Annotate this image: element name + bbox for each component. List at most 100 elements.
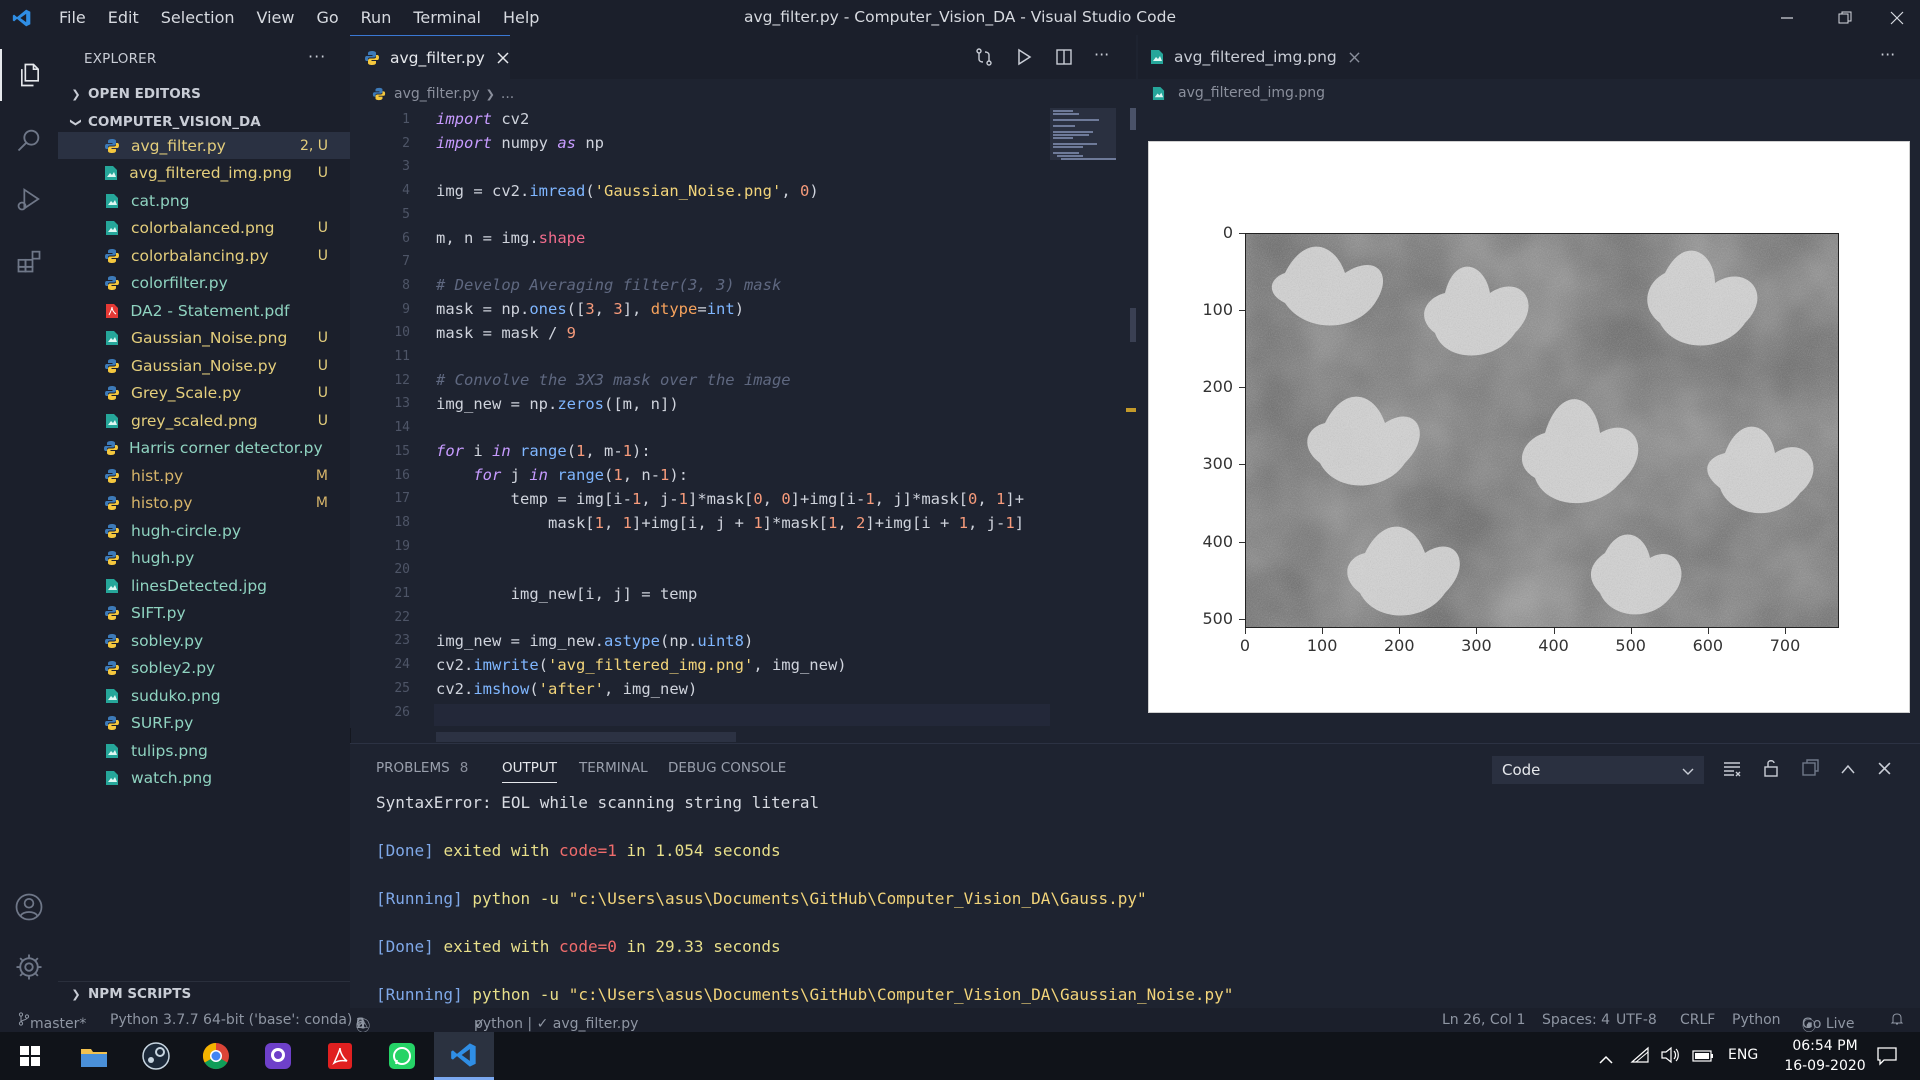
close-tab-icon[interactable] xyxy=(1349,51,1360,63)
file-item[interactable]: Harris corner detector.py xyxy=(58,435,350,462)
acrobat-icon[interactable] xyxy=(310,1032,370,1080)
image-preview[interactable]: 0 100 200 300 400 500 0 100 200 300 400 500 600 700 xyxy=(1148,141,1910,713)
file-item[interactable]: SURF.py xyxy=(58,710,350,737)
code-line-13: img_new = np.zeros([m, n]) xyxy=(436,395,679,413)
file-item[interactable]: avg_filter.py 2, U xyxy=(58,132,350,159)
tab-output[interactable]: OUTPUT xyxy=(502,760,558,783)
git-branch[interactable]: master* xyxy=(18,1012,86,1032)
close-window-button[interactable] xyxy=(1874,0,1920,35)
menu-help[interactable]: Help xyxy=(492,0,550,35)
file-item[interactable]: sobley.py xyxy=(58,627,350,654)
menu-edit[interactable]: Edit xyxy=(97,0,150,35)
file-explorer-icon[interactable] xyxy=(64,1032,124,1080)
battery-icon[interactable] xyxy=(1692,1048,1714,1067)
file-item[interactable]: suduko.png xyxy=(58,682,350,709)
file-item[interactable]: sobley2.py xyxy=(58,655,350,682)
open-editors-label: OPEN EDITORS xyxy=(88,86,201,102)
search-icon[interactable] xyxy=(0,114,58,166)
minimap[interactable] xyxy=(1050,108,1136,728)
file-item[interactable]: colorbalancing.py U xyxy=(58,242,350,269)
file-item[interactable]: watch.png xyxy=(58,765,350,792)
show-hidden-icons-icon[interactable] xyxy=(1598,1050,1614,1069)
file-item[interactable]: Gaussian_Noise.png U xyxy=(58,325,350,352)
open-editors-section[interactable]: ❯ OPEN EDITORS xyxy=(58,82,350,106)
run-debug-icon[interactable] xyxy=(0,173,58,225)
editor-more-icon[interactable]: ··· xyxy=(1094,45,1109,64)
close-tab-icon[interactable] xyxy=(497,52,509,64)
run-file-icon[interactable] xyxy=(1014,47,1034,71)
python-interpreter[interactable]: Python 3.7.7 64-bit ('base': conda) xyxy=(110,1012,352,1028)
file-item[interactable]: hist.py M xyxy=(58,462,350,489)
tab-terminal[interactable]: TERMINAL xyxy=(579,760,648,776)
chrome-icon[interactable] xyxy=(186,1032,246,1080)
pdf-file-icon xyxy=(103,302,120,320)
file-item[interactable]: SIFT.py xyxy=(58,600,350,627)
file-item[interactable]: Grey_Scale.py U xyxy=(58,380,350,407)
menu-selection[interactable]: Selection xyxy=(150,0,246,35)
project-folder-section[interactable]: ❯ COMPUTER_VISION_DA xyxy=(58,110,350,134)
compare-changes-icon[interactable] xyxy=(974,47,994,71)
github-desktop-icon[interactable] xyxy=(248,1032,308,1080)
code-editor[interactable]: 1 2 3 4 5 6 7 8 9 10 11 12 13 14 15 16 17 18 19 20 21 22 23 24 2… xyxy=(350,108,1050,742)
y-tick-mark xyxy=(1239,464,1245,466)
file-item[interactable]: avg_filtered_img.png U xyxy=(58,160,350,187)
encoding[interactable]: UTF-8 xyxy=(1616,1012,1657,1028)
file-item[interactable]: colorfilter.py xyxy=(58,270,350,297)
npm-scripts-section[interactable]: ❯ NPM SCRIPTS xyxy=(58,981,350,1006)
notifications-bell-icon[interactable] xyxy=(1890,1012,1904,1030)
breadcrumb-file[interactable]: avg_filter.py xyxy=(394,86,480,102)
output-line: [Running] python -u "c:\Users\asus\Docum… xyxy=(376,889,1147,908)
file-item[interactable]: linesDetected.jpg xyxy=(58,572,350,599)
close-panel-icon[interactable] xyxy=(1878,760,1891,779)
menu-go[interactable]: Go xyxy=(305,0,349,35)
cursor-position[interactable]: Ln 26, Col 1 xyxy=(1442,1012,1525,1028)
menu-terminal[interactable]: Terminal xyxy=(402,0,492,35)
whatsapp-icon[interactable] xyxy=(372,1032,432,1080)
file-item[interactable]: hugh-circle.py xyxy=(58,517,350,544)
menu-file[interactable]: File xyxy=(48,0,97,35)
output-channel-select[interactable]: Code xyxy=(1492,756,1704,784)
extensions-icon[interactable] xyxy=(0,235,58,287)
wifi-icon[interactable] xyxy=(1630,1046,1650,1068)
file-item[interactable]: tulips.png xyxy=(58,737,350,764)
tab-problems[interactable]: PROBLEMS 8 xyxy=(376,760,468,776)
breadcrumb-symbols[interactable]: ... xyxy=(501,86,514,102)
steam-icon[interactable] xyxy=(126,1032,186,1080)
preview-more-icon[interactable]: ··· xyxy=(1880,45,1895,64)
file-item[interactable]: grey_scaled.png U xyxy=(58,407,350,434)
clock[interactable]: 06:54 PM 16-09-2020 xyxy=(1770,1036,1880,1076)
minimize-button[interactable] xyxy=(1758,0,1816,35)
file-item[interactable]: histo.py M xyxy=(58,490,350,517)
language-mode[interactable]: Python xyxy=(1732,1012,1781,1028)
preview-breadcrumb-file[interactable]: avg_filtered_img.png xyxy=(1178,85,1325,101)
menu-view[interactable]: View xyxy=(246,0,306,35)
line-ending[interactable]: CRLF xyxy=(1680,1012,1715,1028)
file-item[interactable]: hugh.py xyxy=(58,545,350,572)
file-item[interactable]: cat.png xyxy=(58,187,350,214)
explorer-icon[interactable] xyxy=(0,49,58,101)
menu-run[interactable]: Run xyxy=(350,0,403,35)
open-log-icon[interactable] xyxy=(1800,758,1820,782)
lock-scroll-icon[interactable] xyxy=(1762,758,1780,782)
windows-start-icon[interactable] xyxy=(0,1032,60,1080)
vscode-taskbar-icon[interactable] xyxy=(434,1032,494,1080)
horizontal-scrollbar[interactable] xyxy=(436,732,736,742)
notifications-icon[interactable] xyxy=(1876,1046,1898,1070)
split-editor-icon[interactable] xyxy=(1054,47,1074,71)
indentation[interactable]: Spaces: 4 xyxy=(1542,1012,1610,1028)
settings-gear-icon[interactable] xyxy=(0,941,58,993)
file-item[interactable]: DA2 - Statement.pdf xyxy=(58,297,350,324)
tab-avg-filtered-img[interactable]: avg_filtered_img.png xyxy=(1138,35,1360,79)
more-actions-icon[interactable]: ··· xyxy=(308,47,326,66)
input-language[interactable]: ENG xyxy=(1728,1047,1758,1063)
volume-icon[interactable] xyxy=(1660,1046,1680,1068)
account-icon[interactable] xyxy=(0,881,58,933)
file-item[interactable]: colorbalanced.png U xyxy=(58,215,350,242)
preview-tab-bar: avg_filtered_img.png ··· xyxy=(1138,35,1920,79)
tab-debug-console[interactable]: DEBUG CONSOLE xyxy=(668,760,786,776)
clear-output-icon[interactable] xyxy=(1722,760,1742,782)
restore-button[interactable] xyxy=(1816,0,1874,35)
file-item[interactable]: Gaussian_Noise.py U xyxy=(58,352,350,379)
tab-avg-filter[interactable]: avg_filter.py xyxy=(350,35,510,80)
maximize-panel-icon[interactable] xyxy=(1840,760,1856,779)
